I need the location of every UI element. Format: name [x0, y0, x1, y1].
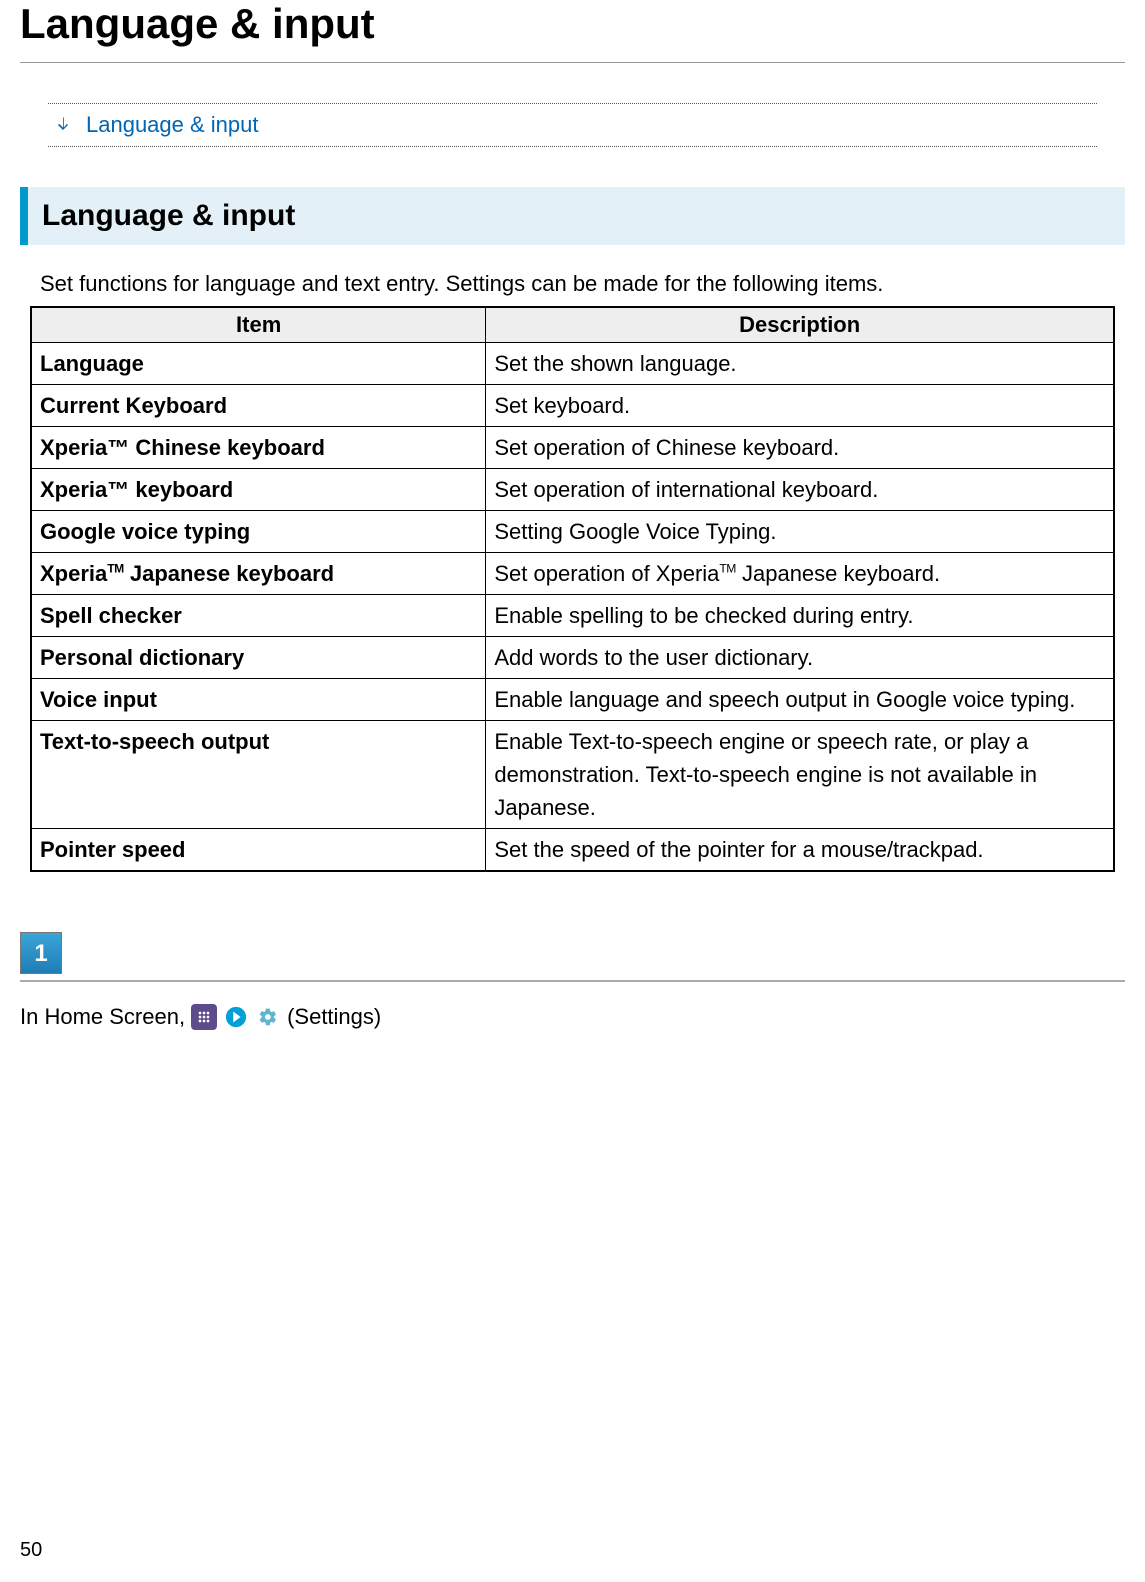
table-row: LanguageSet the shown language.	[31, 342, 1114, 384]
item-cell: XperiaTM Japanese keyboard	[31, 552, 486, 594]
description-cell: Set operation of Chinese keyboard.	[486, 426, 1114, 468]
description-cell: Add words to the user dictionary.	[486, 636, 1114, 678]
description-cell: Set the speed of the pointer for a mouse…	[486, 828, 1114, 871]
settings-table: Item Description LanguageSet the shown l…	[30, 306, 1115, 872]
settings-gear-icon	[255, 1004, 281, 1030]
page-number: 50	[20, 1539, 42, 1562]
step-instruction: In Home Screen, (Settings)	[20, 1004, 1125, 1030]
arrow-right-icon	[223, 1004, 249, 1030]
col-item: Item	[31, 307, 486, 343]
description-cell: Set keyboard.	[486, 384, 1114, 426]
item-cell: Personal dictionary	[31, 636, 486, 678]
table-row: Text-to-speech outputEnable Text-to-spee…	[31, 720, 1114, 828]
page-title: Language & input	[20, 0, 1125, 63]
table-row: Current KeyboardSet keyboard.	[31, 384, 1114, 426]
table-row: Xperia™ Chinese keyboardSet operation of…	[31, 426, 1114, 468]
item-cell: Xperia™ keyboard	[31, 468, 486, 510]
description-cell: Setting Google Voice Typing.	[486, 510, 1114, 552]
item-cell: Language	[31, 342, 486, 384]
table-header-row: Item Description	[31, 307, 1114, 343]
item-cell: Google voice typing	[31, 510, 486, 552]
section-header: Language & input	[20, 187, 1125, 245]
col-description: Description	[486, 307, 1114, 343]
item-cell: Voice input	[31, 678, 486, 720]
table-row: Google voice typingSetting Google Voice …	[31, 510, 1114, 552]
apps-grid-icon	[191, 1004, 217, 1030]
step-number-badge: 1	[20, 932, 62, 974]
description-cell: Enable language and speech output in Goo…	[486, 678, 1114, 720]
step-suffix: (Settings)	[287, 1004, 381, 1030]
item-cell: Current Keyboard	[31, 384, 486, 426]
table-row: Voice inputEnable language and speech ou…	[31, 678, 1114, 720]
section-intro: Set functions for language and text entr…	[40, 269, 1115, 300]
table-row: Spell checkerEnable spelling to be check…	[31, 594, 1114, 636]
item-cell: Xperia™ Chinese keyboard	[31, 426, 486, 468]
item-cell: Pointer speed	[31, 828, 486, 871]
description-cell: Set operation of XperiaTM Japanese keybo…	[486, 552, 1114, 594]
toc-box: Language & input	[48, 103, 1097, 147]
description-cell: Enable Text-to-speech engine or speech r…	[486, 720, 1114, 828]
table-row: XperiaTM Japanese keyboardSet operation …	[31, 552, 1114, 594]
arrow-down-icon	[52, 114, 74, 136]
description-cell: Set operation of international keyboard.	[486, 468, 1114, 510]
description-cell: Enable spelling to be checked during ent…	[486, 594, 1114, 636]
item-cell: Spell checker	[31, 594, 486, 636]
item-cell: Text-to-speech output	[31, 720, 486, 828]
toc-link-language-input[interactable]: Language & input	[86, 112, 259, 138]
table-row: Personal dictionaryAdd words to the user…	[31, 636, 1114, 678]
step-divider	[20, 980, 1125, 982]
table-row: Xperia™ keyboardSet operation of interna…	[31, 468, 1114, 510]
table-row: Pointer speedSet the speed of the pointe…	[31, 828, 1114, 871]
description-cell: Set the shown language.	[486, 342, 1114, 384]
step-prefix: In Home Screen,	[20, 1004, 185, 1030]
